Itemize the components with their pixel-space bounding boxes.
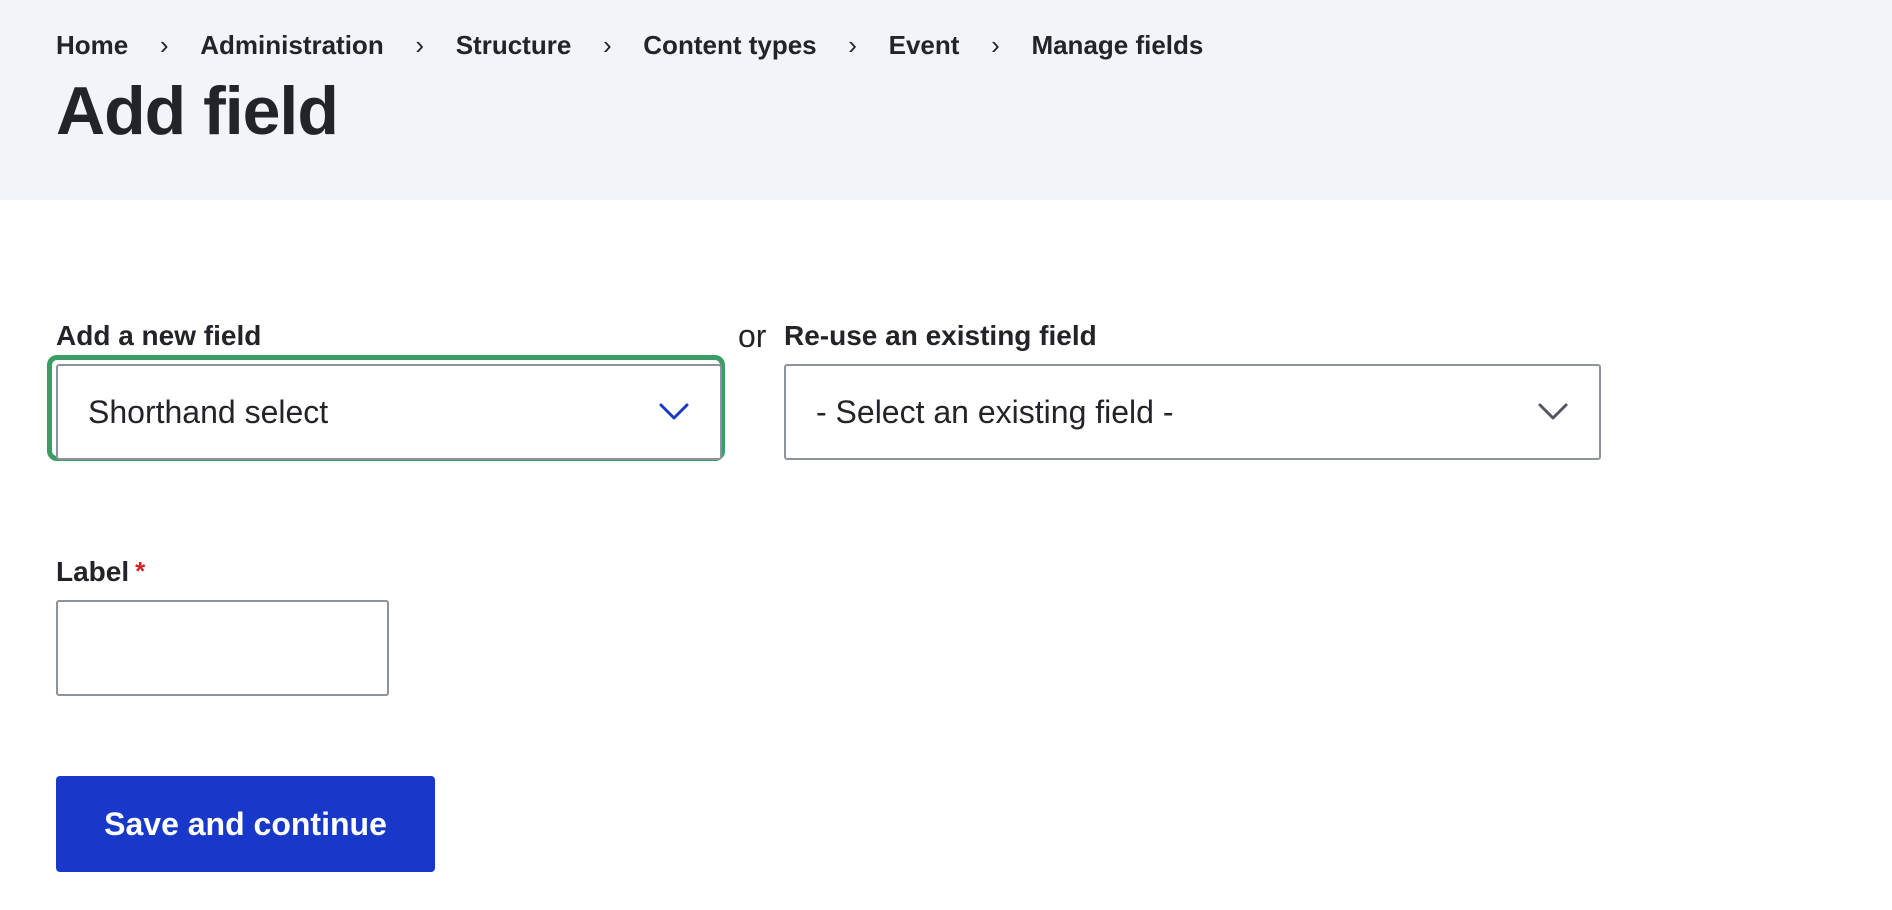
or-separator: or xyxy=(738,318,767,354)
breadcrumb-administration[interactable]: Administration xyxy=(200,30,383,61)
save-and-continue-button[interactable]: Save and continue xyxy=(56,776,435,872)
chevron-right-icon: › xyxy=(602,30,612,60)
chevron-right-icon: › xyxy=(415,30,425,60)
breadcrumb-home[interactable]: Home xyxy=(56,30,128,61)
label-field-label-text: Label xyxy=(56,556,130,587)
required-marker: * xyxy=(135,556,146,586)
breadcrumb-event[interactable]: Event xyxy=(889,30,960,61)
label-input[interactable] xyxy=(56,600,389,696)
reuse-existing-field-select[interactable]: - Select an existing field - xyxy=(784,364,1601,460)
label-field-label: Label * xyxy=(56,556,145,588)
reuse-existing-field-select-value: - Select an existing field - xyxy=(816,393,1174,430)
add-new-field-select[interactable]: Shorthand select xyxy=(56,364,722,460)
chevron-down-icon xyxy=(659,403,689,420)
chevron-down-icon xyxy=(1538,403,1568,420)
chevron-right-icon: › xyxy=(159,30,169,60)
breadcrumb-structure[interactable]: Structure xyxy=(456,30,572,61)
breadcrumb-content-types[interactable]: Content types xyxy=(643,30,816,61)
breadcrumb-manage-fields[interactable]: Manage fields xyxy=(1031,30,1203,61)
reuse-existing-field-label: Re-use an existing field xyxy=(784,320,1097,351)
add-new-field-select-value: Shorthand select xyxy=(88,393,329,430)
chevron-right-icon: › xyxy=(848,30,857,60)
page-title: Add field xyxy=(56,73,339,149)
breadcrumb: Home › Administration › Structure › Cont… xyxy=(56,30,1203,61)
chevron-right-icon: › xyxy=(991,30,1000,60)
add-new-field-label: Add a new field xyxy=(56,320,262,351)
page-header: Home › Administration › Structure › Cont… xyxy=(0,0,1892,200)
